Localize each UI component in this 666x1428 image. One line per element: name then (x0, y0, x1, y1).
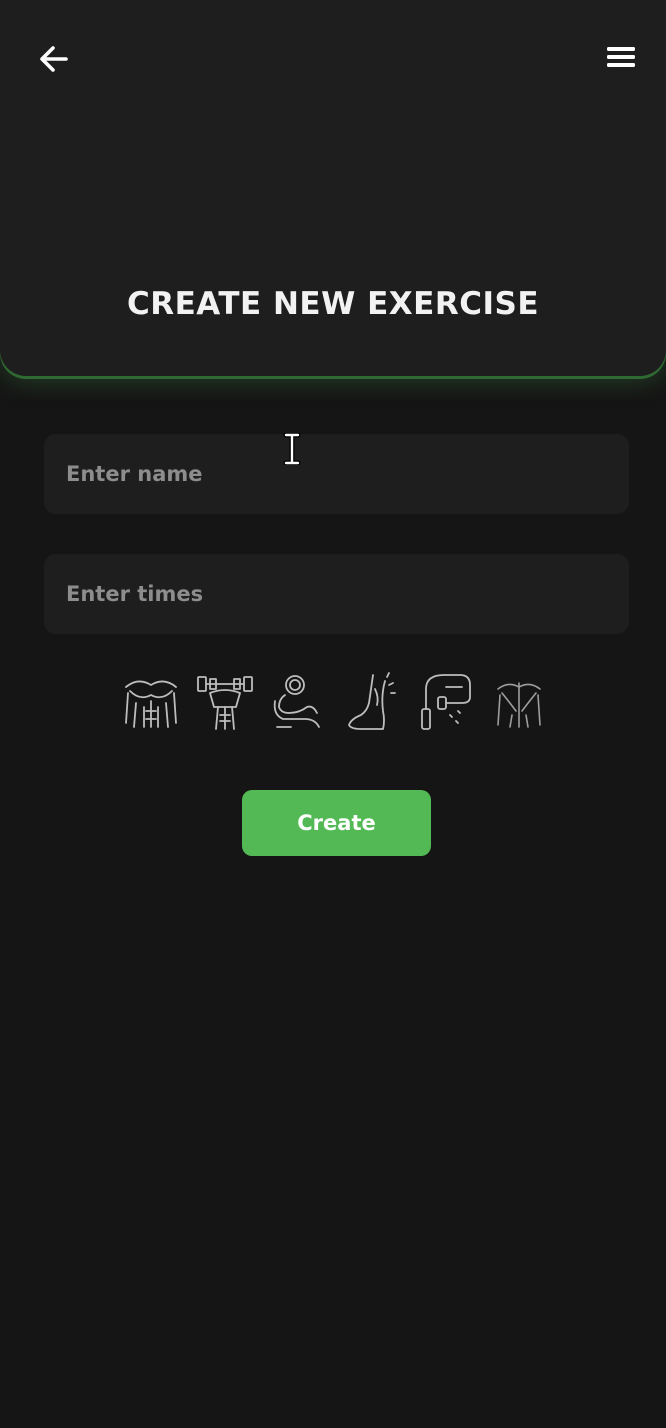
hamburger-menu-icon (607, 47, 635, 67)
arrow-left-icon (40, 46, 68, 72)
page-title: CREATE NEW EXERCISE (126, 286, 539, 322)
text-cursor-icon (283, 433, 301, 465)
chest-muscle-icon[interactable] (120, 668, 182, 734)
menu-button[interactable] (597, 33, 645, 81)
times-input[interactable] (44, 554, 629, 634)
back-button[interactable] (30, 35, 78, 83)
name-input[interactable] (44, 434, 629, 514)
times-field[interactable] (44, 554, 629, 634)
create-button[interactable]: Create (242, 790, 431, 856)
leg-foot-icon[interactable] (341, 668, 403, 734)
back-muscle-icon[interactable] (488, 668, 550, 734)
muscle-group-selector (120, 666, 550, 736)
name-field[interactable] (44, 434, 629, 514)
shoulder-dumbbell-icon[interactable] (194, 668, 256, 734)
jump-rope-icon[interactable] (414, 668, 476, 734)
header-panel: CREATE NEW EXERCISE (0, 0, 666, 376)
biceps-arm-icon[interactable] (267, 668, 329, 734)
